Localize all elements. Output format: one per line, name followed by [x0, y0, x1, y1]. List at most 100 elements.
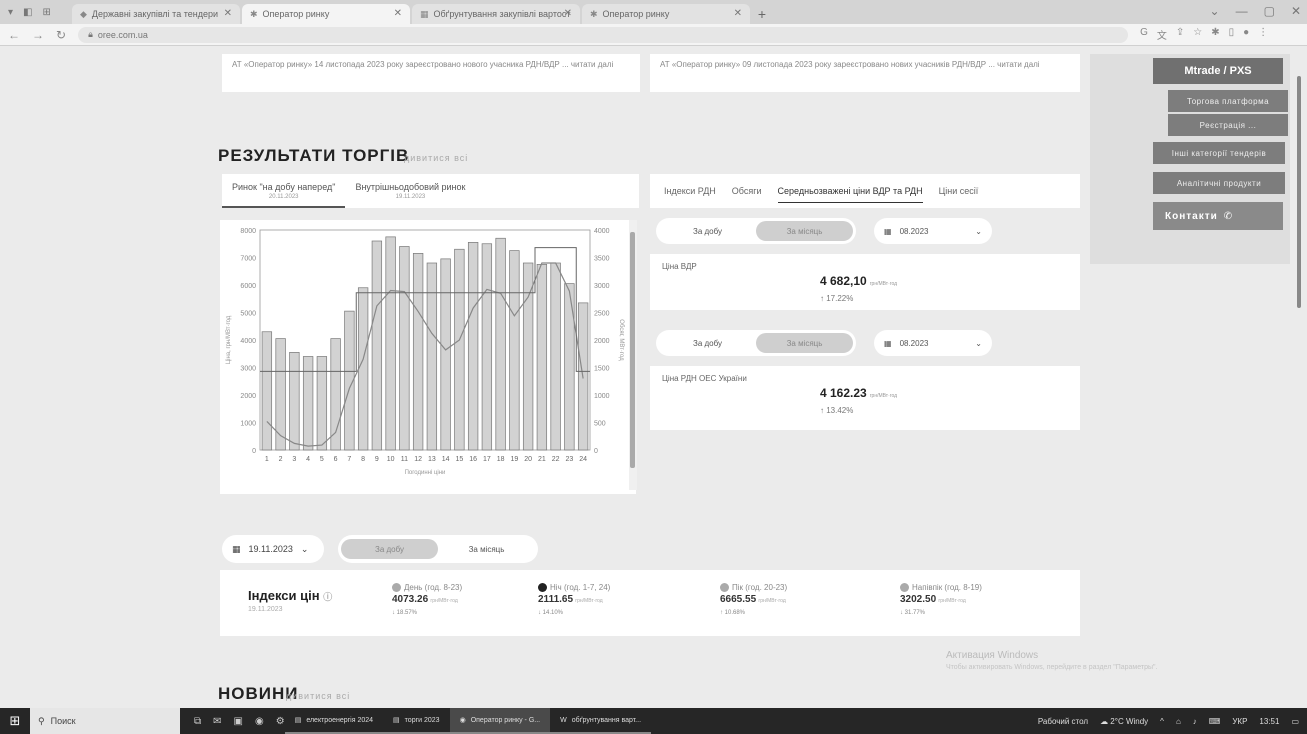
- toggle-day[interactable]: За добу: [341, 539, 438, 559]
- reload-icon[interactable]: ↻: [56, 28, 66, 42]
- sidebar-button-trade[interactable]: Торгова платформа: [1168, 90, 1288, 112]
- minimize-icon[interactable]: —: [1236, 4, 1248, 18]
- tab-volumes[interactable]: Обсяги: [732, 186, 762, 196]
- tab-search-icon[interactable]: ▾: [8, 7, 13, 18]
- excel-icon: ▤: [294, 717, 302, 724]
- browser-tab-2[interactable]: ✱ Оператор ринку ✕: [242, 4, 410, 24]
- info-icon[interactable]: ⓘ: [323, 592, 332, 602]
- language-indicator[interactable]: УКР: [1232, 717, 1247, 726]
- translate-icon[interactable]: 文: [1157, 27, 1167, 42]
- close-window-icon[interactable]: ✕: [1291, 4, 1301, 18]
- taskbar-app-2[interactable]: ▤ торги 2023: [383, 708, 450, 734]
- tab-intraday-market[interactable]: Внутрішньодобовий ринок 19.11.2023: [345, 174, 475, 208]
- taskbar-app-3[interactable]: ◉ Оператор ринку - G...: [449, 708, 551, 734]
- y-tick-label: 3000: [240, 366, 256, 373]
- price-bar: [385, 236, 396, 451]
- taskbar-app-1[interactable]: ▤ електроенергія 2024: [284, 708, 384, 734]
- rdn-controls: За добу За місяць ▦ 08.2023 ⌄: [656, 330, 992, 356]
- tab-group-icon[interactable]: ⊞: [42, 7, 50, 18]
- x-tick-label: 6: [334, 456, 338, 463]
- news-card-top-1[interactable]: АТ «Оператор ринку» 14 листопада 2023 ро…: [222, 54, 640, 92]
- tab-weighted-prices[interactable]: Середньозважені ціни ВДР та РДН: [777, 186, 923, 203]
- toggle-month[interactable]: За місяць: [438, 539, 535, 559]
- close-tab-icon[interactable]: ✕: [734, 8, 742, 19]
- taskbar-app-4[interactable]: Wобґрунтування варт...: [550, 708, 652, 734]
- month-picker[interactable]: ▦ 08.2023 ⌄: [874, 330, 992, 356]
- tab-session-prices[interactable]: Ціни сесії: [939, 186, 979, 196]
- browser-tab-3[interactable]: ▦ Обґрунтування закупівлі вартост ✕: [412, 4, 580, 24]
- maximize-icon[interactable]: ▢: [1264, 4, 1275, 18]
- google-icon[interactable]: G: [1140, 27, 1148, 42]
- chart-scrollbar[interactable]: [630, 232, 635, 468]
- tray-chevron-icon[interactable]: ^: [1160, 717, 1164, 726]
- price-value-wrap: 4 162.23 грн/МВт·год: [820, 386, 897, 400]
- chrome-icon[interactable]: ◉: [255, 716, 264, 727]
- tab-date: 20.11.2023: [268, 194, 299, 200]
- forward-icon[interactable]: →: [32, 28, 44, 42]
- price-bar: [522, 262, 534, 451]
- news-see-all-link[interactable]: дивитися всі: [286, 691, 350, 701]
- browser-tab-1[interactable]: ◆ Державні закупівлі та тендери ✕: [72, 4, 240, 24]
- address-bar[interactable]: 🔒︎ oree.com.ua: [78, 26, 1129, 43]
- browser-tab-4[interactable]: ✱ Оператор ринку ✕: [582, 4, 750, 24]
- share-icon[interactable]: ⇪: [1176, 27, 1184, 42]
- task-view-icon[interactable]: ⧉: [194, 716, 201, 727]
- mtrade-logo[interactable]: Mtrade / PXS: [1153, 58, 1283, 84]
- price-bar: [330, 338, 341, 451]
- taskbar-pinned: ⧉ ✉ ▣ ◉ ⚙: [194, 716, 285, 727]
- system-tray: Рабочий стол ☁ 2°C Windy ^ ⌂ ♪ ⌨ УКР 13:…: [1038, 708, 1299, 734]
- favicon-icon: ◆: [80, 8, 87, 19]
- toggle-day[interactable]: За добу: [659, 221, 756, 241]
- weather-widget[interactable]: ☁ 2°C Windy: [1100, 717, 1148, 726]
- new-tab-button[interactable]: +: [752, 4, 772, 24]
- clock[interactable]: 13:51: [1259, 717, 1279, 726]
- index-peak: Пік (год. 20-23) 6665.55 грн/МВт·год ↑ 1…: [720, 582, 787, 619]
- sidebar-button-analytics[interactable]: Аналітичні продукти: [1153, 172, 1285, 194]
- tab-back-icon[interactable]: ◧: [23, 7, 32, 18]
- toggle-month[interactable]: За місяць: [756, 221, 853, 241]
- index-unit: грн/МВт·год: [430, 598, 458, 604]
- network-icon[interactable]: ⌂: [1176, 717, 1181, 726]
- toggle-day[interactable]: За добу: [659, 333, 756, 353]
- tab-day-ahead-market[interactable]: Ринок "на добу наперед" 20.11.2023: [222, 174, 346, 208]
- close-tab-icon[interactable]: ✕: [224, 8, 232, 19]
- close-tab-icon[interactable]: ✕: [564, 8, 572, 19]
- x-tick-label: 11: [401, 456, 408, 463]
- vdr-price-card: Ціна ВДР 4 682,10 грн/МВт·год ↑ 17.22%: [650, 254, 1080, 310]
- sidepanel-icon[interactable]: ▯: [1229, 27, 1235, 42]
- keyboard-icon[interactable]: ⌨: [1209, 717, 1221, 726]
- index-date-picker[interactable]: ▦ 19.11.2023 ⌄: [222, 535, 324, 563]
- price-bar: [481, 243, 493, 451]
- results-see-all-link[interactable]: дивитися всі: [404, 153, 468, 163]
- desktop-toolbar[interactable]: Рабочий стол: [1038, 717, 1088, 726]
- profile-icon[interactable]: ●: [1243, 27, 1249, 42]
- sidebar-button-tenders[interactable]: Інші категорії тендерів: [1153, 142, 1285, 164]
- search-placeholder: Поиск: [50, 716, 76, 726]
- tab-label: Внутрішньодобовий ринок: [355, 182, 466, 192]
- sidebar-button-registration[interactable]: Реєстрація ...: [1168, 114, 1288, 136]
- taskbar-search[interactable]: ⚲ Поиск: [30, 708, 180, 734]
- toggle-month[interactable]: За місяць: [756, 333, 853, 353]
- settings-icon[interactable]: ⚙: [276, 716, 285, 727]
- tab-rdn-indexes[interactable]: Індекси РДН: [664, 186, 716, 196]
- back-icon[interactable]: ←: [8, 28, 20, 42]
- y2-tick-label: 1500: [594, 366, 610, 373]
- star-icon[interactable]: ☆: [1193, 27, 1202, 42]
- tab-list-icon[interactable]: ⌄: [1210, 4, 1220, 18]
- menu-icon[interactable]: ⋮: [1258, 27, 1268, 42]
- y2-tick-label: 2000: [594, 338, 610, 345]
- contacts-button[interactable]: Контакти ✆: [1153, 202, 1283, 230]
- month-picker[interactable]: ▦ 08.2023 ⌄: [874, 218, 992, 244]
- extensions-icon[interactable]: ✱: [1211, 27, 1219, 42]
- mail-icon[interactable]: ✉: [213, 716, 221, 727]
- notifications-icon[interactable]: ▭: [1291, 717, 1299, 726]
- volume-icon[interactable]: ♪: [1193, 717, 1197, 726]
- explorer-icon[interactable]: ▣: [234, 716, 243, 727]
- close-tab-icon[interactable]: ✕: [394, 8, 402, 19]
- chevron-down-icon: ⌄: [975, 226, 982, 236]
- page-scrollbar[interactable]: [1297, 76, 1301, 308]
- index-change: ↓ 14.10%: [538, 610, 564, 616]
- news-card-top-2[interactable]: АТ «Оператор ринку» 09 листопада 2023 ро…: [650, 54, 1080, 92]
- windows-start-icon[interactable]: ⊞: [0, 708, 30, 734]
- chevron-down-icon: ⌄: [975, 338, 982, 348]
